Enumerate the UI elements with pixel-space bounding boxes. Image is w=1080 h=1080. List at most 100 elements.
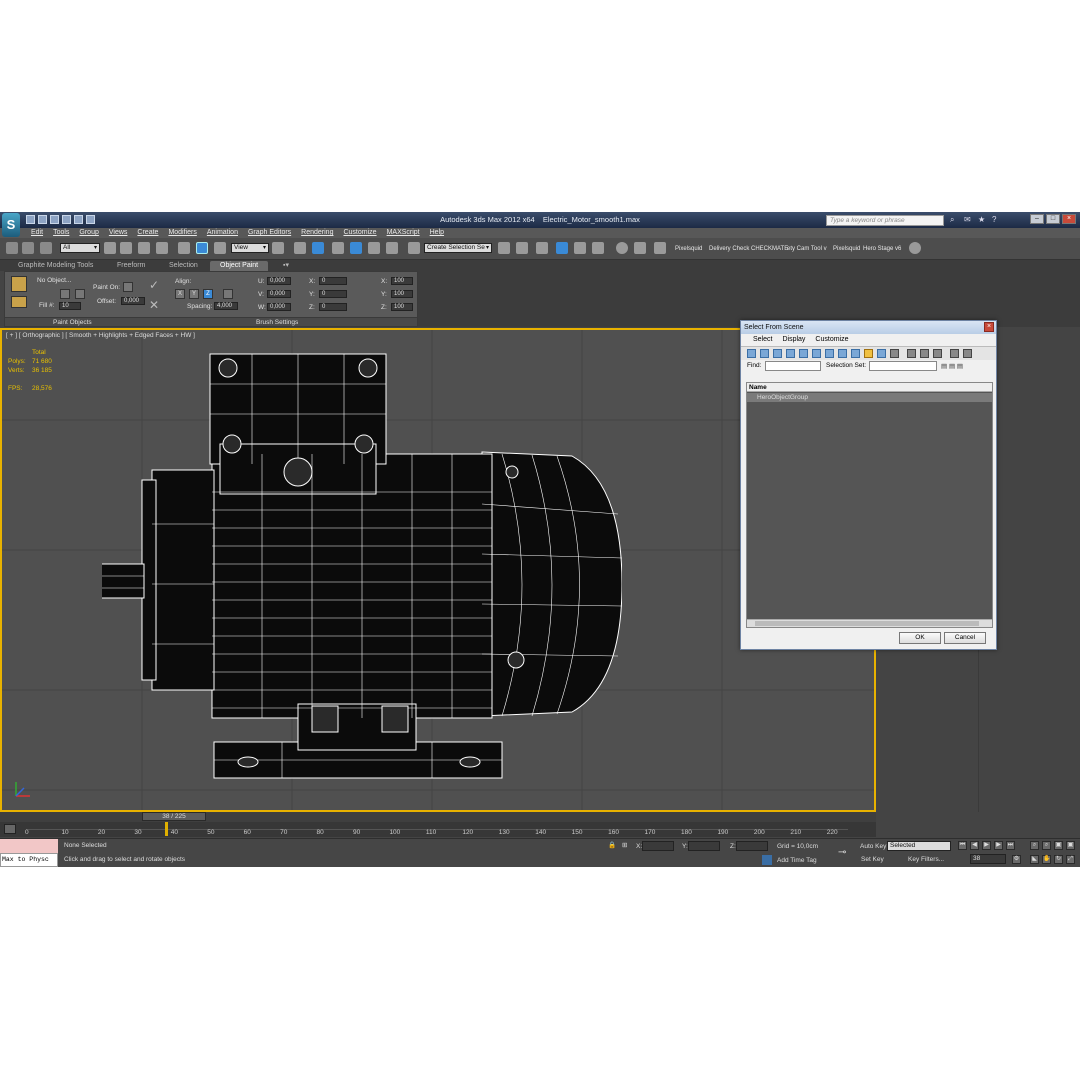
ribbon-options-icon[interactable]: ▪▾ xyxy=(283,261,289,271)
brush-settings-panel-label[interactable]: Brush Settings xyxy=(256,319,298,326)
selection-set-tools-icon[interactable]: ▤ ▤ ▤ xyxy=(941,362,963,370)
layer-manager-icon[interactable] xyxy=(536,242,548,254)
find-input[interactable] xyxy=(765,361,821,371)
selection-filter-dropdown[interactable]: All xyxy=(60,243,100,253)
maximize-viewport-icon[interactable]: ⤢ xyxy=(1066,855,1075,864)
align-z-button[interactable]: Z xyxy=(203,289,213,299)
percent-snap-icon[interactable] xyxy=(368,242,380,254)
favorites-icon[interactable]: ★ xyxy=(978,215,986,224)
y-coordinate-field[interactable] xyxy=(688,841,720,851)
rotate-icon[interactable] xyxy=(196,242,208,254)
rotate-z-spinner[interactable]: 0 xyxy=(319,303,347,311)
display-shapes-icon[interactable] xyxy=(760,349,769,358)
plugin-pixelsquid-2[interactable]: Pixelsquid xyxy=(833,246,860,252)
viewport-label-menu[interactable]: [ + ] [ Orthographic ] [ Smooth + Highli… xyxy=(6,332,195,339)
plugin-cam-tool[interactable]: ety Cam Tool v xyxy=(787,246,827,252)
scale-icon[interactable] xyxy=(214,242,226,254)
hierarchy-icon[interactable] xyxy=(963,349,972,358)
scrollbar-thumb[interactable] xyxy=(755,621,979,626)
menu-help[interactable]: Help xyxy=(430,228,444,238)
time-configuration-icon[interactable]: ⚙ xyxy=(1012,855,1021,864)
communication-center-icon[interactable]: ✉ xyxy=(964,215,972,224)
time-slider[interactable]: 38 / 225 xyxy=(142,812,206,821)
align-y-button[interactable]: Y xyxy=(189,289,199,299)
electric-motor-model[interactable] xyxy=(102,344,622,784)
menu-create[interactable]: Create xyxy=(137,228,158,238)
paint-on-icon[interactable] xyxy=(123,282,133,292)
menu-edit[interactable]: Edit xyxy=(31,228,43,238)
time-slider-track[interactable]: 38 / 225 xyxy=(0,812,876,822)
maximize-button[interactable]: □ xyxy=(1046,214,1060,224)
play-icon[interactable]: ▶ xyxy=(982,841,991,850)
display-lights-icon[interactable] xyxy=(773,349,782,358)
material-editor-icon[interactable] xyxy=(616,242,628,254)
snaps-toggle-icon[interactable] xyxy=(332,242,344,254)
close-button[interactable]: × xyxy=(1062,214,1076,224)
cancel-button[interactable]: Cancel xyxy=(944,632,986,644)
scale-x-spinner[interactable]: 100 xyxy=(391,277,413,285)
set-key-button[interactable]: Set Key xyxy=(861,856,884,863)
key-filters-button[interactable]: Key Filters... xyxy=(908,856,944,863)
filter-icon[interactable] xyxy=(950,349,959,358)
display-bones-icon[interactable] xyxy=(851,349,860,358)
ok-button[interactable]: OK xyxy=(899,632,941,644)
key-icon[interactable]: ⊸ xyxy=(838,847,846,858)
zoom-extents-icon[interactable]: ▣ xyxy=(1054,841,1063,850)
display-xrefs-icon[interactable] xyxy=(838,349,847,358)
flip-icon[interactable] xyxy=(223,289,233,299)
maxscript-listener-output[interactable] xyxy=(0,839,58,853)
dialog-menu-customize[interactable]: Customize xyxy=(815,334,848,346)
list-horizontal-scrollbar[interactable] xyxy=(747,619,992,627)
tab-freeform[interactable]: Freeform xyxy=(117,261,145,271)
fill-spinner[interactable]: 10 xyxy=(59,302,81,310)
display-geometry-icon[interactable] xyxy=(747,349,756,358)
menu-modifiers[interactable]: Modifiers xyxy=(168,228,196,238)
add-time-tag[interactable]: Add Time Tag xyxy=(777,857,817,864)
display-helpers-icon[interactable] xyxy=(799,349,808,358)
field-of-view-icon[interactable]: ◣ xyxy=(1030,855,1039,864)
teapot-icon[interactable] xyxy=(909,242,921,254)
edit-named-selection-icon[interactable] xyxy=(408,242,420,254)
curve-editor-icon[interactable] xyxy=(574,242,586,254)
tab-selection[interactable]: Selection xyxy=(169,261,198,271)
angle-snap-icon[interactable] xyxy=(350,242,362,254)
window-crossing-icon[interactable] xyxy=(156,242,168,254)
track-bar[interactable]: 0 10 20 30 40 50 60 70 80 90 100 110 120 130 140 150 160… xyxy=(0,822,876,837)
display-groups-icon[interactable] xyxy=(825,349,834,358)
display-hidden-icon[interactable] xyxy=(890,349,899,358)
dialog-close-button[interactable]: × xyxy=(984,322,994,332)
plugin-pixelsquid[interactable]: Pixelsquid xyxy=(675,246,702,252)
cancel-x-icon[interactable]: ✕ xyxy=(149,298,159,312)
link-icon[interactable] xyxy=(6,242,18,254)
rotate-x-spinner[interactable]: 0 xyxy=(319,277,347,285)
tab-object-paint[interactable]: Object Paint xyxy=(210,261,269,271)
plugin-hero-stage[interactable]: Hero Stage v6 xyxy=(863,246,901,252)
auto-key-button[interactable]: Auto Key xyxy=(860,843,886,850)
menu-animation[interactable]: Animation xyxy=(207,228,238,238)
v-offset-spinner[interactable]: 0,000 xyxy=(267,290,291,298)
select-by-name-icon[interactable] xyxy=(120,242,132,254)
menu-maxscript[interactable]: MAXScript xyxy=(387,228,420,238)
plugin-delivery-check[interactable]: Delivery Check xyxy=(709,246,749,252)
list-item[interactable]: HeroObjectGroup xyxy=(747,393,992,402)
display-frozen-icon[interactable] xyxy=(877,349,886,358)
minimize-button[interactable]: – xyxy=(1030,214,1044,224)
align-icon[interactable] xyxy=(516,242,528,254)
next-frame-icon[interactable]: ▶ xyxy=(994,841,1003,850)
orbit-icon[interactable]: ↻ xyxy=(1054,855,1063,864)
select-all-icon[interactable] xyxy=(907,349,916,358)
offset-spinner[interactable]: 0,000 xyxy=(121,297,145,305)
maxscript-mini-listener[interactable]: Max to Physc xyxy=(0,853,58,867)
current-frame-field[interactable]: 38 xyxy=(970,854,1006,864)
render-icon[interactable] xyxy=(654,242,666,254)
reference-coordinate-dropdown[interactable]: View xyxy=(231,243,269,253)
lock-selection-icon[interactable]: 🔒 xyxy=(608,841,616,849)
plugin-checkmate[interactable]: CHECKMATE xyxy=(751,246,788,252)
z-coordinate-field[interactable] xyxy=(736,841,768,851)
move-icon[interactable] xyxy=(178,242,190,254)
tab-graphite-modeling-tools[interactable]: Graphite Modeling Tools xyxy=(18,261,93,271)
select-manipulate-icon[interactable] xyxy=(294,242,306,254)
display-containers-icon[interactable] xyxy=(864,349,873,358)
menu-customize[interactable]: Customize xyxy=(343,228,376,238)
x-coordinate-field[interactable] xyxy=(642,841,674,851)
